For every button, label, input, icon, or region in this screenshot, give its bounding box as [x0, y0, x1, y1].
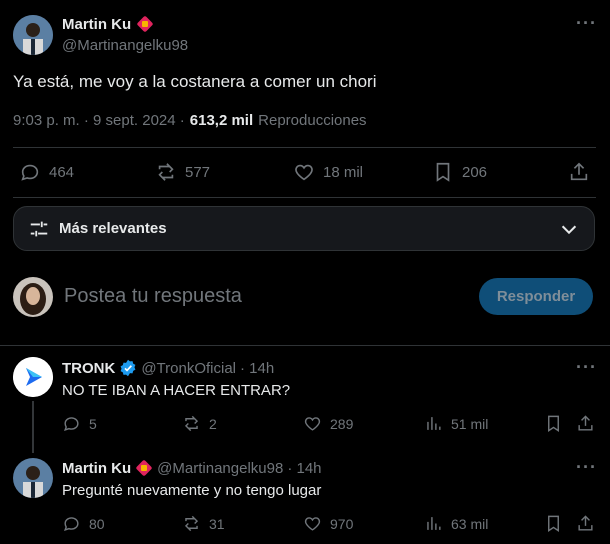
views-button[interactable]: 51 mil — [424, 414, 488, 433]
author-avatar[interactable] — [13, 458, 53, 498]
author-name[interactable]: Martin Ku — [62, 16, 131, 33]
like-count: 970 — [330, 515, 354, 532]
sliders-icon — [28, 218, 50, 240]
bookmark-count: 206 — [462, 163, 488, 181]
reply-button[interactable]: 464 — [19, 161, 74, 183]
reply-author-handle[interactable]: @TronkOficial — [141, 360, 236, 377]
author-avatar[interactable] — [13, 15, 53, 55]
share-icon[interactable] — [576, 414, 595, 433]
repost-icon — [155, 161, 177, 183]
more-options-icon[interactable]: ··· — [576, 13, 597, 34]
like-button[interactable]: 18 mil — [293, 161, 363, 183]
views-count: 51 mil — [451, 415, 489, 432]
reply-submit-label: Responder — [496, 288, 576, 305]
reply-text: Pregunté nuevamente y no tengo lugar — [62, 482, 322, 499]
views-count: 613,2 mil — [189, 112, 254, 129]
author-handle[interactable]: @Martinangelku98 — [62, 37, 188, 54]
reply-time[interactable]: · 14h — [287, 460, 321, 477]
views-count: 63 mil — [451, 515, 489, 532]
bookmark-icon[interactable] — [544, 514, 563, 533]
reply-count: 80 — [89, 515, 105, 532]
heart-icon — [303, 414, 322, 433]
bookmark-button[interactable]: 206 — [432, 161, 487, 183]
post-timestamp[interactable]: 9:03 p. m. · 9 sept. 2024 · — [13, 112, 185, 129]
reply-icon — [62, 514, 81, 533]
repost-button[interactable]: 577 — [155, 161, 210, 183]
reply-submit-button[interactable]: Responder — [479, 278, 593, 315]
tronk-avatar[interactable] — [13, 357, 53, 397]
share-icon[interactable] — [568, 161, 590, 183]
thread-line — [32, 401, 34, 453]
bookmark-icon — [432, 161, 454, 183]
like-button[interactable]: 289 — [303, 414, 353, 433]
reply-count: 464 — [49, 163, 75, 181]
user-avatar[interactable] — [13, 277, 53, 317]
sort-dropdown[interactable]: Más relevantes — [13, 206, 595, 251]
reply-count: 5 — [89, 415, 97, 432]
reply-icon — [19, 161, 41, 183]
like-count: 289 — [330, 415, 354, 432]
verified-badge-icon — [119, 359, 137, 377]
views-button[interactable]: 63 mil — [424, 514, 488, 533]
affiliate-badge-icon — [135, 459, 153, 477]
analytics-icon — [424, 414, 443, 433]
repost-count: 31 — [209, 515, 225, 532]
sort-label: Más relevantes — [59, 220, 167, 237]
repost-button[interactable]: 2 — [182, 414, 217, 433]
reply-text: NO TE IBAN A HACER ENTRAR? — [62, 382, 291, 399]
more-options-icon[interactable]: ··· — [576, 457, 597, 478]
analytics-icon — [424, 514, 443, 533]
affiliate-badge-icon — [136, 15, 154, 33]
like-count: 18 mil — [323, 163, 364, 181]
chevron-down-icon — [558, 218, 580, 240]
views-label: Reproducciones — [258, 112, 367, 129]
reply-author-name[interactable]: TRONK — [62, 360, 115, 377]
share-icon[interactable] — [576, 514, 595, 533]
heart-icon — [293, 161, 315, 183]
more-options-icon[interactable]: ··· — [576, 357, 597, 378]
repost-count: 577 — [185, 163, 211, 181]
repost-count: 2 — [209, 415, 217, 432]
like-button[interactable]: 970 — [303, 514, 353, 533]
bookmark-icon[interactable] — [544, 414, 563, 433]
reply-icon — [62, 414, 81, 433]
reply-author-name[interactable]: Martin Ku — [62, 460, 131, 477]
reply-time[interactable]: · 14h — [240, 360, 274, 377]
reply-input[interactable]: Postea tu respuesta — [64, 285, 242, 308]
post-text: Ya está, me voy a la costanera a comer u… — [13, 72, 377, 91]
reply-button[interactable]: 5 — [62, 414, 97, 433]
repost-icon — [182, 514, 201, 533]
repost-icon — [182, 414, 201, 433]
reply-button[interactable]: 80 — [62, 514, 105, 533]
heart-icon — [303, 514, 322, 533]
reply-author-handle[interactable]: @Martinangelku98 — [157, 460, 283, 477]
repost-button[interactable]: 31 — [182, 514, 225, 533]
